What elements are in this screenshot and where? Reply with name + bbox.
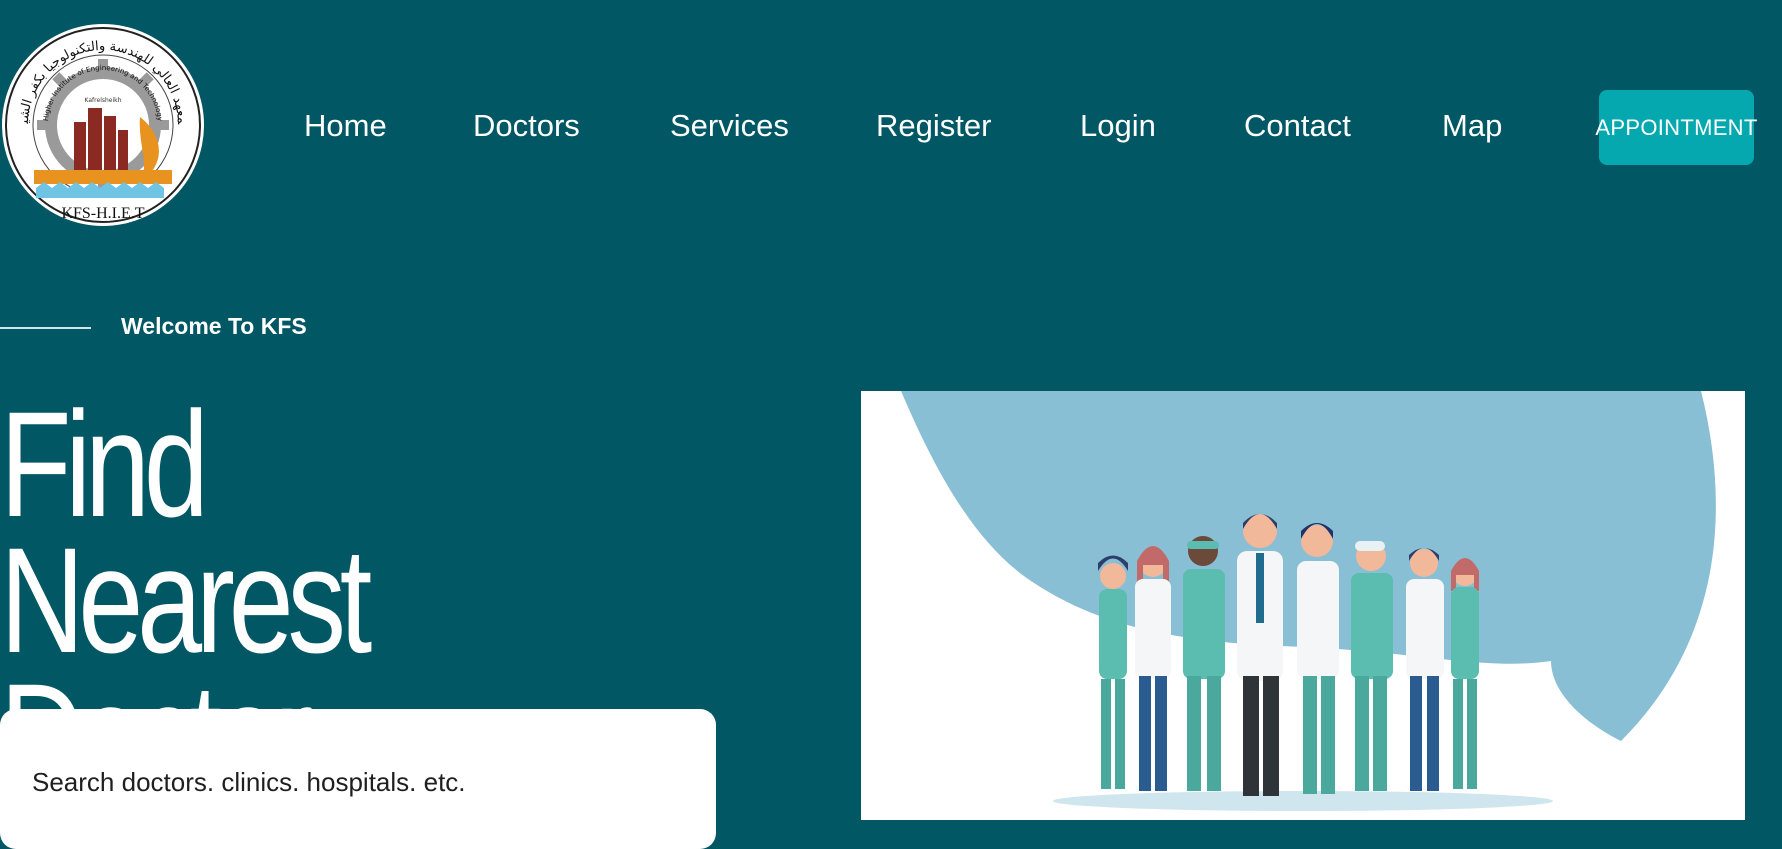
doctors-group-icon <box>901 391 1716 811</box>
eyebrow-text: Welcome To KFS <box>121 313 307 339</box>
nav-link-map[interactable]: Map <box>1442 106 1502 146</box>
main-nav: Home Doctors Services Register Login Con… <box>0 100 1782 156</box>
nav-link-home[interactable]: Home <box>304 106 387 146</box>
nav-link-services[interactable]: Services <box>670 106 789 146</box>
search-input[interactable] <box>30 761 674 803</box>
appointment-button[interactable]: APPOINTMENT <box>1595 90 1757 165</box>
search-card <box>0 709 716 849</box>
nav-link-contact[interactable]: Contact <box>1244 106 1351 146</box>
nav-link-login[interactable]: Login <box>1080 106 1156 146</box>
eyebrow-divider <box>0 327 91 329</box>
nav-link-doctors[interactable]: Doctors <box>473 106 580 146</box>
headline-line-1: Find Nearest <box>0 380 372 684</box>
medical-team-illustration <box>861 391 1745 820</box>
nav-link-register[interactable]: Register <box>876 106 991 146</box>
logo-abbreviation: KFS-H.I.E.T <box>61 205 144 222</box>
